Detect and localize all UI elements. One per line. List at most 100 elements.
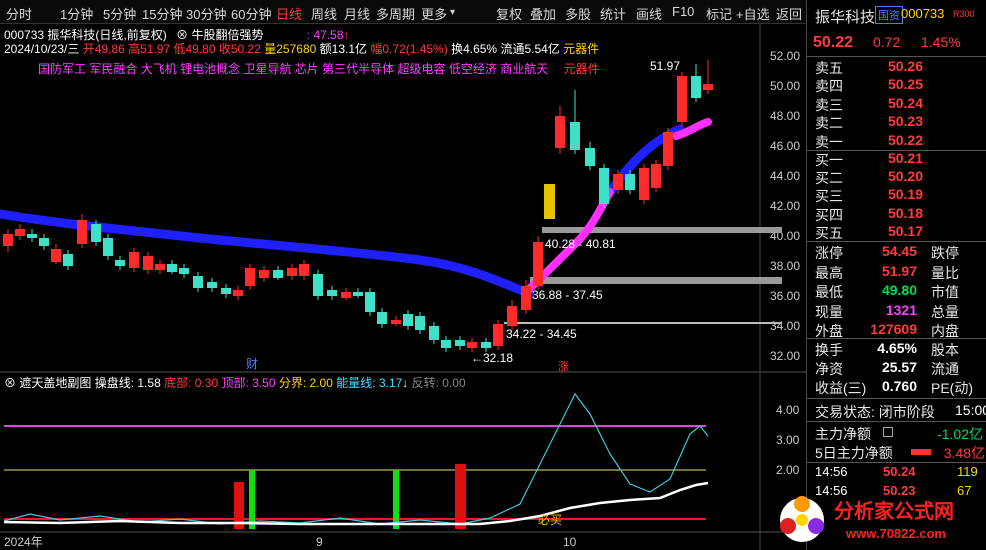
main-net-label: 主力净额: [815, 426, 871, 442]
time-axis-label: 2024年: [4, 535, 43, 549]
tick-price: 50.24: [883, 464, 916, 479]
chevron-down-icon[interactable]: ▾: [450, 7, 455, 18]
tick-time: 14:56: [815, 464, 848, 479]
candle-body: [259, 270, 269, 278]
quote-panel: 振华科技 国资 000733 R300 50.22 0.72 1.45% 卖五 5…: [806, 0, 986, 550]
panel-code: 000733: [901, 6, 945, 21]
price-axis-label: 44.00: [770, 169, 800, 183]
candle-body: [77, 220, 87, 244]
candle-body: [507, 306, 517, 326]
action-button[interactable]: 画线: [636, 4, 662, 23]
action-button[interactable]: 标记: [706, 4, 732, 23]
stat-label: 现量: [815, 303, 843, 320]
stat-row: 收益(三) 0.760 PE(动): [807, 378, 986, 397]
row-value: 50.24: [887, 94, 923, 111]
panel-pct: 1.45%: [921, 34, 961, 50]
stat-label: 最低: [815, 284, 843, 300]
signal-bar-green: [393, 470, 399, 529]
candle-body: [691, 76, 701, 98]
action-button[interactable]: 多股: [565, 4, 591, 23]
sub-axis-label: 4.00: [776, 403, 800, 417]
support-zone-bar: [504, 322, 782, 324]
candle-body: [455, 340, 465, 346]
close-icon[interactable]: ⊗: [4, 376, 16, 390]
stat-right-label: 总量: [931, 303, 959, 320]
action-button[interactable]: 复权: [496, 4, 522, 23]
period-tab[interactable]: 60分钟: [231, 4, 271, 23]
candle-body: [533, 242, 543, 286]
period-tab[interactable]: 5分钟: [103, 4, 136, 23]
candle-body: [599, 168, 609, 204]
action-button[interactable]: 叠加: [530, 4, 556, 23]
back-button[interactable]: 返回: [776, 4, 802, 23]
row-value: 50.18: [887, 204, 923, 221]
candle-body: [27, 234, 37, 238]
stat-row: 涨停 54.45 跌停: [807, 243, 986, 262]
row-value: 50.17: [887, 222, 923, 239]
news-marker[interactable]: 财: [246, 357, 258, 371]
candle-body: [651, 164, 661, 188]
kline-chart[interactable]: 52.0050.0048.0046.0044.0042.0040.0038.00…: [0, 24, 806, 550]
candle-body: [677, 76, 687, 122]
bid-row: 买三 50.19: [807, 186, 986, 205]
stat-value: 1321: [885, 301, 917, 318]
row-value: 50.25: [887, 76, 923, 93]
candle-body: [625, 174, 635, 190]
period-tab-active[interactable]: 日线: [276, 4, 302, 23]
sub-reversal: 反转: 0.00: [411, 376, 466, 390]
action-button[interactable]: +自选: [736, 4, 770, 23]
period-tab[interactable]: 月线: [344, 4, 370, 23]
candle-body: [639, 168, 649, 200]
stat-right-label: 股本: [931, 342, 959, 358]
ask-row: 卖四 50.25: [807, 76, 986, 95]
row-label: 卖三: [815, 96, 843, 113]
candle-body: [51, 249, 61, 262]
price-axis-label: 42.00: [770, 199, 800, 213]
peak-label: 51.97: [650, 59, 680, 73]
candle-body: [313, 274, 323, 296]
panel-stock-name: 振华科技: [815, 9, 876, 26]
more-menu[interactable]: 更多: [421, 4, 447, 23]
zone-label: 34.22 - 34.45: [506, 327, 577, 341]
grid-icon[interactable]: [883, 427, 893, 437]
watermark-url: www.70822.com: [845, 526, 946, 541]
candle-body: [703, 84, 713, 90]
stat-right-label: 流通: [931, 361, 959, 377]
period-tab[interactable]: 15分钟: [142, 4, 182, 23]
tick-volume: 119: [957, 464, 978, 479]
trade-time: 15:00: [955, 402, 986, 418]
ask-row: 卖五 50.26: [807, 58, 986, 77]
panel-header: 振华科技 国资 000733 R300: [807, 6, 986, 26]
ask-row: 卖一 50.22: [807, 132, 986, 151]
sub-indicator-title[interactable]: 遮天盖地副图: [19, 376, 91, 390]
candle-body: [115, 260, 125, 266]
candle-body: [377, 312, 387, 324]
stat-row: 最高 51.97 量比: [807, 263, 986, 282]
sub-boundary: 分界: 2.00: [278, 376, 333, 390]
row-label: 买五: [815, 224, 843, 241]
candle-body: [391, 320, 401, 324]
candle-body: [353, 292, 363, 296]
stat-right-label: 量比: [931, 264, 959, 281]
period-tab[interactable]: 分时: [6, 4, 32, 23]
candle-body: [129, 252, 139, 268]
stat-label: 净资: [815, 361, 843, 377]
action-button[interactable]: 统计: [600, 4, 626, 23]
stat-row: 换手 4.65% 股本: [807, 340, 986, 359]
candle-body: [663, 132, 673, 166]
row-value: 50.23: [887, 113, 923, 130]
period-tab[interactable]: 30分钟: [186, 4, 226, 23]
candle-body: [429, 326, 439, 340]
period-tab[interactable]: 多周期: [376, 4, 415, 23]
stat-label: 换手: [815, 342, 843, 358]
period-tab[interactable]: 1分钟: [60, 4, 93, 23]
candle-body: [481, 342, 491, 348]
period-tab[interactable]: 周线: [311, 4, 337, 23]
limit-up-marker[interactable]: 涨: [558, 360, 569, 373]
sub-indicator-header: ⊗ 遮天盖地副图 操盘线: 1.58 底部: 0.30 顶部: 3.50 分界:…: [4, 376, 466, 390]
flower-logo-icon: [780, 496, 824, 542]
row-label: 买三: [815, 188, 843, 205]
candle-body: [103, 238, 113, 256]
candle-body: [221, 288, 231, 294]
action-button[interactable]: F10: [672, 4, 694, 19]
